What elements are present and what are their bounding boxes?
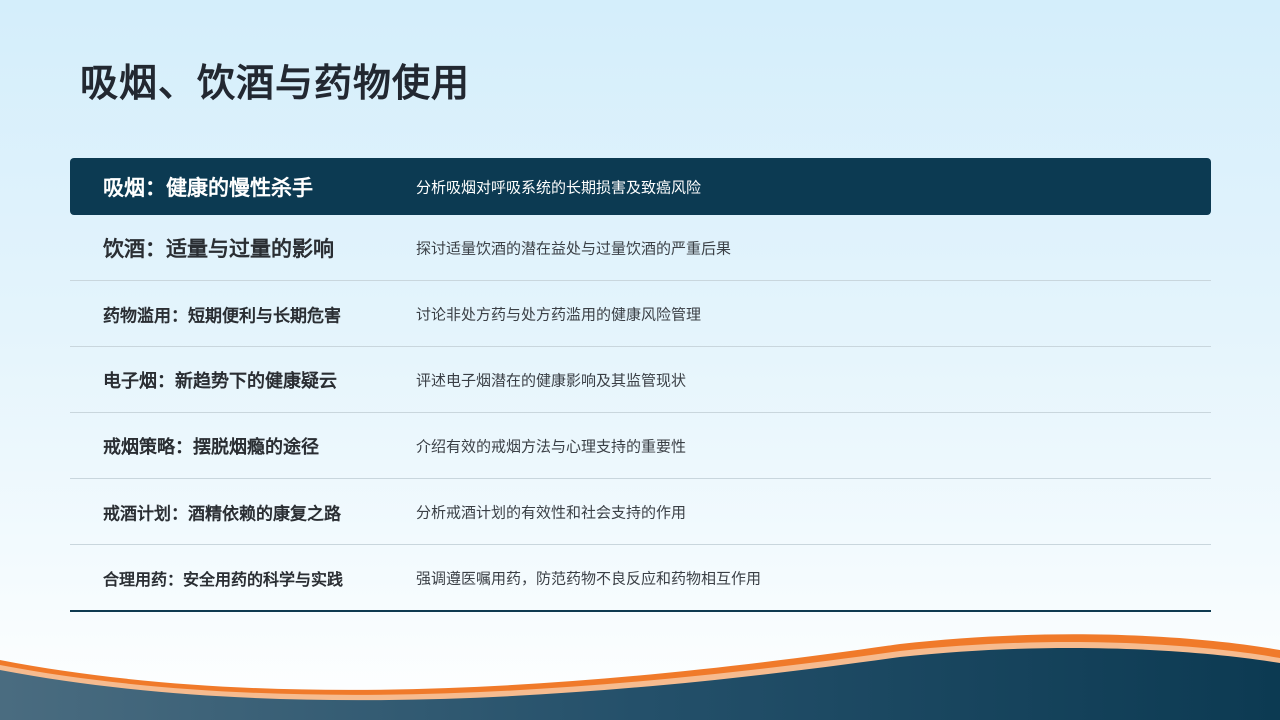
topic-description: 讨论非处方药与处方药滥用的健康风险管理 [416, 305, 702, 323]
decorative-wave [0, 634, 1280, 720]
topic-row-e-cigarette[interactable]: 电子烟：新趋势下的健康疑云 评述电子烟潜在的健康影响及其监管现状 [70, 347, 1211, 413]
topic-description: 分析戒酒计划的有效性和社会支持的作用 [416, 503, 687, 521]
topic-title: 戒烟策略：摆脱烟瘾的途径 [103, 436, 319, 458]
topic-description: 分析吸烟对呼吸系统的长期损害及致癌风险 [416, 178, 702, 196]
topic-row-quit-smoking[interactable]: 戒烟策略：摆脱烟瘾的途径 介绍有效的戒烟方法与心理支持的重要性 [70, 413, 1211, 479]
topic-description: 探讨适量饮酒的潜在益处与过量饮酒的严重后果 [416, 239, 732, 257]
topic-row-rational-medication[interactable]: 合理用药：安全用药的科学与实践 强调遵医嘱用药，防范药物不良反应和药物相互作用 [70, 545, 1211, 610]
slide-title: 吸烟、饮酒与药物使用 [80, 61, 471, 105]
topic-list: 吸烟：健康的慢性杀手 分析吸烟对呼吸系统的长期损害及致癌风险 饮酒：适量与过量的… [70, 158, 1211, 612]
topic-row-drinking[interactable]: 饮酒：适量与过量的影响 探讨适量饮酒的潜在益处与过量饮酒的严重后果 [70, 215, 1211, 281]
topic-description: 评述电子烟潜在的健康影响及其监管现状 [416, 371, 687, 389]
topic-description: 介绍有效的戒烟方法与心理支持的重要性 [416, 437, 687, 455]
topic-row-quit-drinking[interactable]: 戒酒计划：酒精依赖的康复之路 分析戒酒计划的有效性和社会支持的作用 [70, 479, 1211, 545]
topic-title: 戒酒计划：酒精依赖的康复之路 [103, 504, 341, 524]
topic-title: 吸烟：健康的慢性杀手 [103, 175, 313, 200]
topic-title: 合理用药：安全用药的科学与实践 [103, 569, 344, 589]
topic-row-drug-abuse[interactable]: 药物滥用：短期便利与长期危害 讨论非处方药与处方药滥用的健康风险管理 [70, 281, 1211, 347]
topic-description: 强调遵医嘱用药，防范药物不良反应和药物相互作用 [416, 569, 762, 587]
topic-title: 饮酒：适量与过量的影响 [103, 236, 334, 261]
topic-title: 药物滥用：短期便利与长期危害 [103, 306, 341, 326]
topic-title: 电子烟：新趋势下的健康疑云 [103, 370, 337, 392]
topic-row-smoking[interactable]: 吸烟：健康的慢性杀手 分析吸烟对呼吸系统的长期损害及致癌风险 [70, 158, 1211, 215]
